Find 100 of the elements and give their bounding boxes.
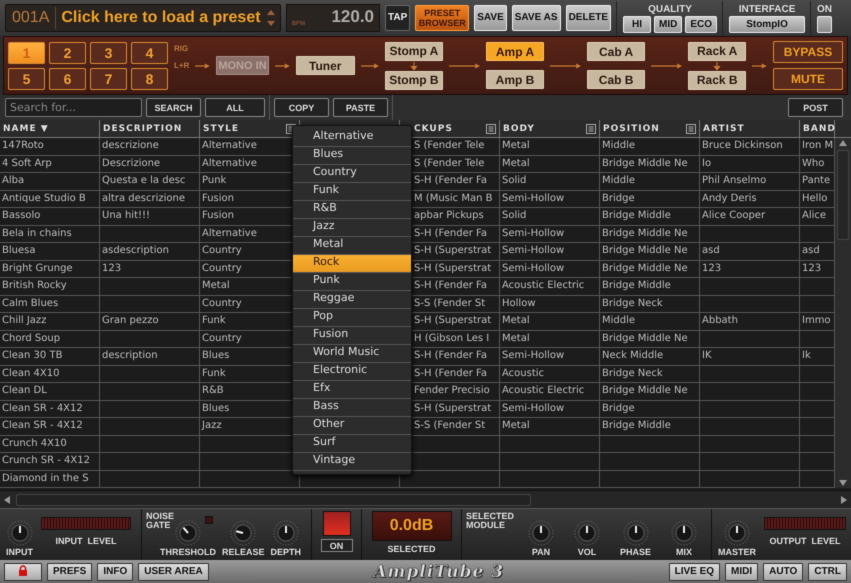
scroll-left-icon[interactable] [2, 494, 12, 504]
toolbar-button[interactable]: POST [788, 98, 843, 117]
knob[interactable] [724, 520, 750, 546]
menu-item[interactable]: World Music [293, 345, 411, 363]
toolbar-button[interactable]: PRESET BROWSER [415, 5, 470, 31]
quality-button[interactable]: MID [654, 16, 682, 32]
table-cell: 123 [700, 260, 800, 278]
toolbar-button[interactable]: TAP [385, 5, 410, 31]
menu-item[interactable]: Surf [293, 435, 411, 453]
table-cell: Hollow [500, 296, 600, 313]
footer-button[interactable]: MIDI [725, 562, 758, 580]
menu-item[interactable]: R&B [293, 201, 411, 219]
vertical-scrollbar[interactable] [835, 138, 851, 488]
lock-button[interactable] [4, 562, 42, 580]
toolbar-button[interactable]: SAVE AS [512, 5, 561, 31]
menu-item[interactable]: Jazz [293, 219, 411, 237]
scroll-thumb[interactable] [837, 150, 849, 240]
toolbar-button[interactable]: PASTE [333, 98, 388, 117]
menu-item[interactable]: Blues [293, 147, 411, 165]
quality-button[interactable]: HI [623, 16, 652, 32]
column-header[interactable]: BODY [500, 120, 600, 137]
scroll-down-icon[interactable] [838, 478, 848, 488]
table-cell: Bruce Dickinson [700, 138, 800, 156]
column-header[interactable]: NAME ▼ [0, 120, 100, 137]
knob[interactable] [230, 520, 256, 546]
column-header[interactable]: POSITION [600, 120, 700, 137]
filter-icon[interactable] [586, 124, 596, 134]
interface-selector[interactable]: StompIO [729, 16, 806, 32]
chain-module[interactable]: Cab A [587, 42, 646, 61]
table-cell: Bright Grunge [0, 260, 100, 278]
toolbar-button[interactable]: SEARCH [146, 98, 201, 117]
rig-button[interactable]: 6 [49, 68, 86, 90]
toolbar-button[interactable]: SAVE [474, 5, 507, 31]
menu-item[interactable]: Funk [293, 183, 411, 201]
filter-icon[interactable] [486, 124, 496, 134]
gate-switch[interactable] [322, 511, 350, 536]
chain-module[interactable]: Rack B [688, 70, 746, 90]
quality-button[interactable]: ECO [685, 16, 718, 32]
table-cell: Bridge Middle Ne [600, 330, 700, 348]
knob[interactable] [574, 520, 600, 546]
menu-item[interactable]: Fusion [293, 327, 411, 345]
menu-item[interactable]: Other [293, 417, 411, 435]
rig-button[interactable]: 2 [49, 42, 86, 64]
filter-icon[interactable] [686, 124, 696, 134]
table-cell: Bridge Middle Ne [600, 243, 700, 260]
chain-module[interactable]: Stomp B [384, 70, 443, 90]
output-button[interactable]: MUTE [773, 68, 843, 90]
rig-button[interactable]: 3 [90, 42, 127, 64]
menu-item[interactable]: Efx [293, 381, 411, 399]
chain-module[interactable]: Cab B [587, 70, 646, 89]
chain-module[interactable]: Stomp A [384, 42, 443, 60]
table-cell: Chill Jazz [0, 313, 100, 330]
horizontal-scrollbar[interactable] [0, 490, 851, 508]
knob[interactable] [272, 520, 299, 546]
menu-item[interactable]: Country [293, 165, 411, 183]
knob[interactable] [528, 520, 554, 546]
chain-module[interactable]: Rack A [688, 42, 746, 60]
knob[interactable] [6, 520, 32, 546]
footer-button[interactable]: CTRL [808, 562, 847, 580]
footer-button[interactable]: INFO [97, 562, 134, 580]
chain-module[interactable]: Tuner [296, 56, 355, 75]
chain-module[interactable]: Amp B [486, 70, 544, 89]
preset-name[interactable]: Click here to load a preset [56, 9, 265, 27]
rig-button[interactable]: 4 [131, 42, 168, 64]
menu-item[interactable]: Reggae [293, 291, 411, 309]
menu-item[interactable]: Rock [293, 255, 411, 273]
menu-item[interactable]: Alternative [293, 129, 411, 147]
footer-button[interactable]: PREFS [47, 562, 92, 580]
footer-button[interactable]: AUTO [763, 562, 804, 580]
output-button[interactable]: BYPASS [773, 41, 843, 63]
knob[interactable] [622, 520, 648, 546]
menu-item[interactable]: Vintage [293, 453, 411, 471]
scroll-thumb[interactable] [16, 494, 531, 506]
table-cell: Middle [600, 313, 700, 330]
toolbar-button[interactable]: COPY [274, 98, 329, 117]
search-field[interactable]: Search for... [5, 98, 142, 117]
rig-button[interactable]: 7 [90, 68, 127, 90]
rig-button[interactable]: 5 [8, 68, 45, 90]
scroll-right-icon[interactable] [839, 494, 849, 504]
column-header[interactable]: DESCRIPTION [100, 120, 200, 137]
menu-item[interactable]: Pop [293, 309, 411, 327]
toolbar-button[interactable]: DELETE [566, 5, 612, 31]
preset-selector[interactable]: 001A Click here to load a preset [5, 4, 281, 32]
table-cell: Gran pezzo [100, 313, 200, 330]
rig-button[interactable]: 8 [131, 68, 168, 90]
knob[interactable] [671, 520, 698, 546]
table-cell: IK [700, 348, 800, 366]
column-header[interactable]: ARTIST [700, 120, 800, 137]
table-cell: Bridge Middle [600, 208, 700, 226]
footer-button[interactable]: USER AREA [138, 562, 209, 580]
menu-item[interactable]: Electronic [293, 363, 411, 381]
toolbar-button[interactable]: ALL [205, 98, 265, 117]
menu-item[interactable]: Punk [293, 273, 411, 291]
bpm-value: 120.0 [331, 7, 374, 27]
on-button[interactable]: ON [320, 539, 352, 552]
menu-item[interactable]: Bass [293, 399, 411, 417]
footer-button[interactable]: LIVE EQ [668, 562, 720, 580]
on-toggle[interactable] [817, 16, 832, 32]
column-header[interactable]: BAND [800, 120, 835, 137]
chain-module[interactable]: Amp A [486, 42, 544, 61]
